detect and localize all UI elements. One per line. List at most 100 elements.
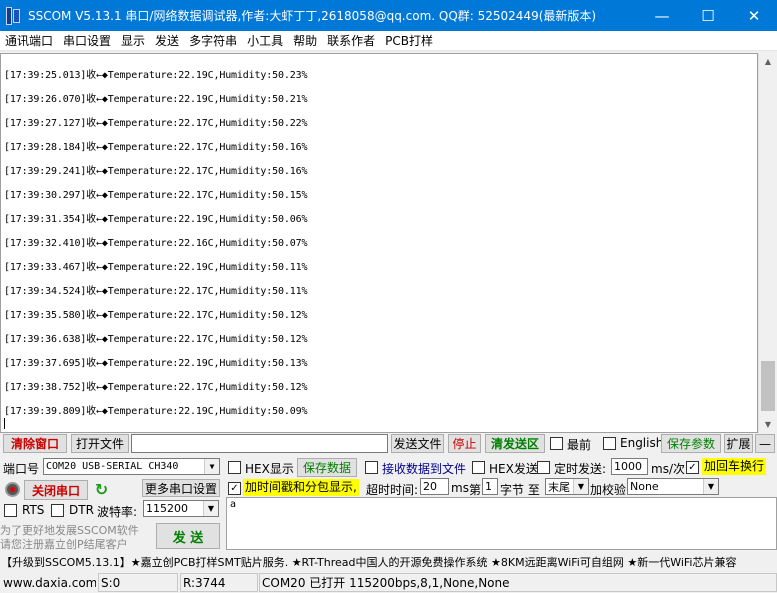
timed-send-label: 定时发送: [554,462,607,476]
send-button[interactable]: 发 送 [156,523,220,549]
status-recv: R:3744 [180,573,258,592]
receive-line: [17:39:30.297]收←◆Temperature:22.17C,Humi… [4,190,308,201]
english-label: English [620,436,664,450]
expand-button[interactable]: 扩展 [724,434,753,453]
clear-window-button[interactable]: 清除窗口 [3,434,67,453]
menu-serial-settings[interactable]: 串口设置 [58,32,116,49]
nth-label: 第 [469,483,482,497]
receive-line: [17:39:25.013]收←◆Temperature:22.19C,Humi… [4,70,308,81]
hex-send-checkbox[interactable] [472,461,485,474]
interval-unit: ms/次 [651,462,685,476]
dtr-checkbox[interactable] [51,504,64,517]
rts-label: RTS [22,503,45,517]
more-settings-button[interactable]: 更多串口设置 [142,479,220,497]
interval-input[interactable]: 1000 [611,458,648,475]
timeout-unit: ms [451,481,469,495]
status-bar: www.daxia.com S:0 R:3744 COM20 已打开 11520… [0,572,777,593]
rts-checkbox[interactable] [4,504,17,517]
timed-send-checkbox[interactable] [537,461,550,474]
clear-send-button[interactable]: 清发送区 [485,434,545,453]
menu-send[interactable]: 发送 [150,32,184,49]
dtr-label: DTR [69,503,94,517]
english-checkbox[interactable] [603,437,616,450]
menu-contact-author[interactable]: 联系作者 [322,32,380,49]
status-port-info: COM20 已打开 115200bps,8,1,None,None [259,573,777,592]
receive-line: [17:39:29.241]收←◆Temperature:22.17C,Humi… [4,166,308,177]
topmost-checkbox[interactable] [550,437,563,450]
receive-line: [17:39:37.695]收←◆Temperature:22.19C,Humi… [4,358,308,369]
menu-bar: 通讯端口 串口设置 显示 发送 多字符串 小工具 帮助 联系作者 PCB打样 [0,31,777,51]
port-select[interactable]: COM20 USB-SERIAL CH340 ▼ [43,458,220,475]
receive-line: [17:39:35.580]收←◆Temperature:22.17C,Humi… [4,310,308,321]
promo-line-2[interactable]: 请您注册嘉立创P结尾客户 [0,536,128,552]
open-file-button[interactable]: 打开文件 [71,434,129,453]
check-icon: ✓ [688,461,697,473]
save-data-button[interactable]: 保存数据 [297,458,357,477]
receive-area[interactable]: [17:39:25.013]收←◆Temperature:22.19C,Humi… [0,53,758,433]
recv-to-file-checkbox[interactable] [365,461,378,474]
status-sent: S:0 [98,573,178,592]
receive-line: [17:39:33.467]收←◆Temperature:22.19C,Humi… [4,262,308,273]
recv-to-file-label: 接收数据到文件 [382,462,467,476]
chevron-down-icon: ▼ [573,479,588,494]
end-select[interactable]: 末尾 ▼ [545,478,589,495]
close-port-button[interactable]: 关闭串口 [24,480,88,500]
stop-button[interactable]: 停止 [448,434,481,453]
menu-comm-port[interactable]: 通讯端口 [0,32,58,49]
menu-help[interactable]: 帮助 [288,32,322,49]
hex-display-checkbox[interactable] [228,461,241,474]
send-file-button[interactable]: 发送文件 [391,434,444,453]
send-input[interactable]: a [226,497,777,550]
receive-line: [17:39:31.354]收←◆Temperature:22.19C,Humi… [4,214,308,225]
nth-input[interactable]: 1 [482,478,498,495]
save-params-button[interactable]: 保存参数 [661,434,721,453]
receive-line: [17:39:27.127]收←◆Temperature:22.17C,Humi… [4,118,308,129]
window-title: SSCOM V5.13.1 串口/网络数据调试器,作者:大虾丁丁,2618058… [28,9,597,23]
receive-scrollbar[interactable]: ▲ ▼ [758,53,777,433]
menu-display[interactable]: 显示 [116,32,150,49]
scroll-down-icon[interactable]: ▼ [759,416,777,433]
collapse-button[interactable]: — [755,434,775,453]
timestamp-checkbox[interactable]: ✓ [228,482,241,495]
maximize-button[interactable]: ☐ [685,0,731,31]
byte-label: 字节 至 [500,483,540,497]
file-path-input[interactable] [131,434,388,453]
checksum-label: 加校验 [590,483,627,497]
baud-label: 波特率: [97,505,138,519]
receive-line: [17:39:34.524]收←◆Temperature:22.17C,Humi… [4,286,308,297]
chevron-down-icon: ▼ [703,479,718,494]
receive-line: [17:39:39.809]收←◆Temperature:22.19C,Humi… [4,406,308,417]
minimize-button[interactable]: — [639,0,685,31]
timeout-label: 超时时间: [366,483,419,497]
close-button[interactable]: ✕ [731,0,777,31]
text-caret [4,418,5,429]
receive-line: [17:39:38.752]收←◆Temperature:22.17C,Humi… [4,382,308,393]
menu-tools[interactable]: 小工具 [242,32,288,49]
news-ticker[interactable]: 【升级到SSCOM5.13.1】★嘉立创PCB打样SMT贴片服务. ★RT-Th… [0,553,777,571]
menu-pcb[interactable]: PCB打样 [380,32,438,49]
title-bar: SSCOM V5.13.1 串口/网络数据调试器,作者:大虾丁丁,2618058… [0,0,777,31]
checksum-select[interactable]: None ▼ [627,478,719,495]
status-site[interactable]: www.daxia.com [0,573,97,592]
timeout-input[interactable]: 20 [420,478,449,495]
timestamp-label: 加时间戳和分包显示, [243,479,359,496]
baud-select[interactable]: 115200 ▼ [143,500,219,517]
chevron-down-icon: ▼ [204,459,219,474]
hex-send-label: HEX发送 [489,462,538,476]
baud-select-value: 115200 [146,502,188,515]
topmost-label: 最前 [567,438,592,452]
scroll-up-icon[interactable]: ▲ [759,53,777,70]
hex-display-label: HEX显示 [245,462,294,476]
receive-line: [17:39:26.070]收←◆Temperature:22.19C,Humi… [4,94,308,105]
check-icon: ✓ [230,482,239,494]
app-icon [6,6,22,25]
add-crlf-label: 加回车换行 [702,458,767,475]
refresh-icon[interactable]: ↻ [93,481,110,498]
scroll-thumb[interactable] [761,361,775,411]
port-select-value: COM20 USB-SERIAL CH340 [46,461,179,472]
port-status-icon [5,482,20,497]
receive-line: [17:39:36.638]收←◆Temperature:22.17C,Humi… [4,334,308,345]
menu-multi-string[interactable]: 多字符串 [184,32,242,49]
receive-line: [17:39:28.184]收←◆Temperature:22.17C,Humi… [4,142,308,153]
add-crlf-checkbox[interactable]: ✓ [686,461,699,474]
